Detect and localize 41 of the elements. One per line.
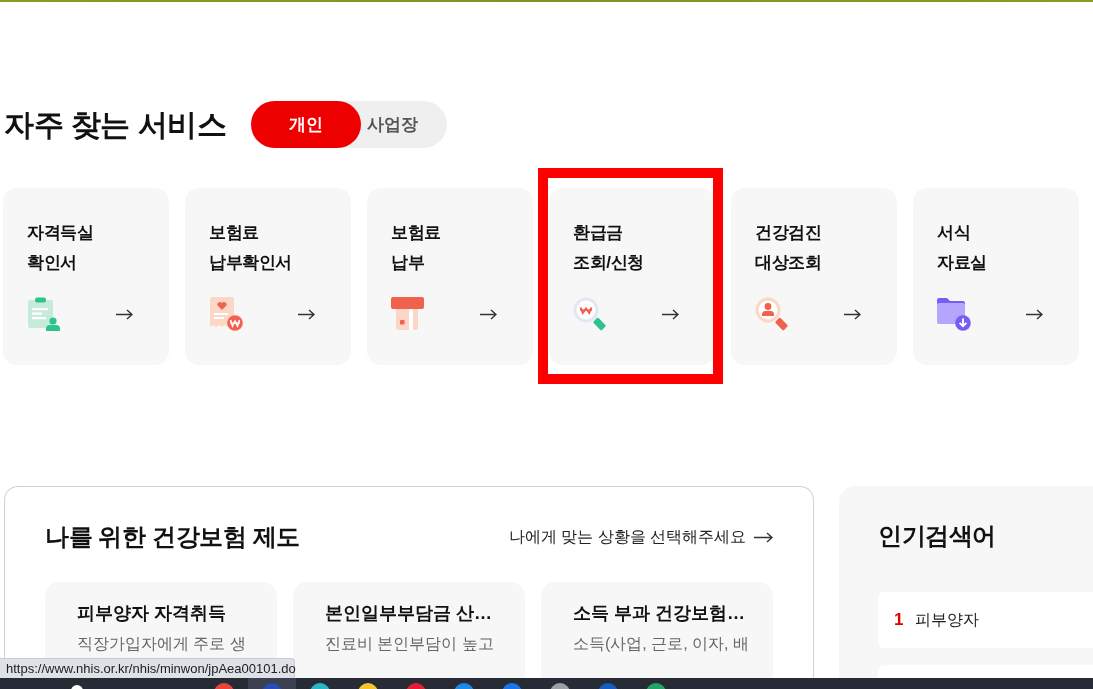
tab[interactable]: 사업장 <box>361 101 424 148</box>
card-title: 건강검진 대상조회 <box>755 222 822 274</box>
url-tooltip: https://www.nhis.or.kr/nhis/minwon/jpAea00101.do <box>0 658 295 678</box>
panel-title: 인기검색어 <box>878 521 997 551</box>
situation-link[interactable]: 나에게 맞는 상황을 선택해주세요 <box>508 526 773 548</box>
card-title: 피부양자 자격취득 <box>77 602 226 625</box>
card-description: 소득(사업, 근로, 이자, 배 <box>573 634 749 654</box>
service-card[interactable]: 자격득실 확인서 <box>3 188 169 365</box>
section-title: 자주 찾는 서비스 <box>4 106 227 143</box>
card-title: 소득 부과 건강보험… <box>573 602 745 625</box>
card-slot-icon <box>391 297 425 331</box>
card-title: 자격득실 확인서 <box>27 222 94 274</box>
service-card[interactable]: 서식 자료실 <box>913 188 1079 365</box>
arrow-right-icon <box>754 531 773 543</box>
card-title: 보험료 납부확인서 <box>209 222 292 274</box>
service-card[interactable]: 건강검진 대상조회 <box>731 188 897 365</box>
folder-download-icon <box>937 297 971 331</box>
card-title: 환급금 조회/신청 <box>573 222 644 274</box>
card-title: 본인일부부담금 산… <box>325 602 492 625</box>
card-description: 직장가입자에게 주로 생 <box>77 634 246 654</box>
clipboard-person-icon <box>27 297 61 331</box>
arrow-right-icon <box>298 308 315 320</box>
arrow-right-icon <box>662 309 679 320</box>
arrow-right-icon <box>116 308 133 320</box>
card-title: 보험료 납부 <box>391 222 441 274</box>
rank-number: 1 <box>894 610 904 630</box>
magnifier-person-icon <box>755 297 790 332</box>
tab[interactable]: 개인 <box>251 101 362 148</box>
search-term: 피부양자 <box>915 609 980 630</box>
card-title: 서식 자료실 <box>937 222 987 274</box>
card-description: 진료비 본인부담이 높고 <box>325 634 494 654</box>
service-card[interactable]: 보험료 납부확인서 <box>185 188 351 365</box>
policy-card[interactable]: 소득 부과 건강보험… 소득(사업, 근로, 이자, 배 <box>541 582 773 678</box>
arrow-right-icon <box>1026 308 1043 320</box>
arrow-right-icon <box>844 309 861 320</box>
magnifier-won-icon <box>573 297 608 332</box>
service-card[interactable]: 보험료 납부 <box>367 188 533 365</box>
search-rank-row[interactable]: 1 피부양자 <box>878 592 1093 648</box>
receipt-won-icon <box>209 297 243 331</box>
arrow-right-icon <box>480 308 497 320</box>
panel-title: 나를 위한 건강보험 제도 <box>45 522 300 552</box>
